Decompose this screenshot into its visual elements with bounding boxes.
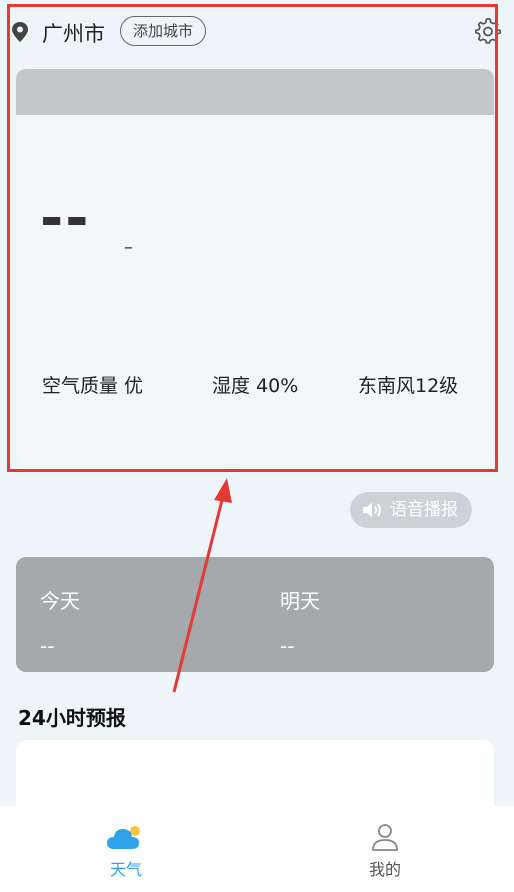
cloud-sun-icon	[107, 826, 140, 849]
weather-app: 广州市 添加城市 -- – 空气质量 优 湿度 40% 东南风12级 语音播报 …	[0, 0, 514, 892]
day-value: --	[40, 634, 55, 658]
person-icon	[372, 824, 398, 851]
day-label: 今天	[40, 589, 80, 613]
bottom-nav: 天气 我的	[0, 806, 514, 892]
day-value: --	[280, 634, 295, 658]
nav-label: 我的	[368, 860, 401, 879]
speaker-icon	[363, 502, 381, 518]
daily-summary-card: 今天 -- 明天 --	[16, 557, 494, 672]
forecast-title: 24小时预报	[18, 706, 126, 730]
day-today[interactable]: 今天 --	[40, 585, 80, 658]
nav-label: 天气	[109, 860, 142, 879]
day-tomorrow[interactable]: 明天 --	[280, 585, 320, 658]
voice-broadcast-label: 语音播报	[390, 500, 458, 520]
nav-item-weather[interactable]: 天气	[66, 822, 186, 880]
voice-broadcast-button[interactable]: 语音播报	[350, 492, 472, 528]
highlight-frame	[7, 4, 498, 472]
day-label: 明天	[280, 589, 320, 613]
nav-item-mine[interactable]: 我的	[325, 822, 445, 880]
